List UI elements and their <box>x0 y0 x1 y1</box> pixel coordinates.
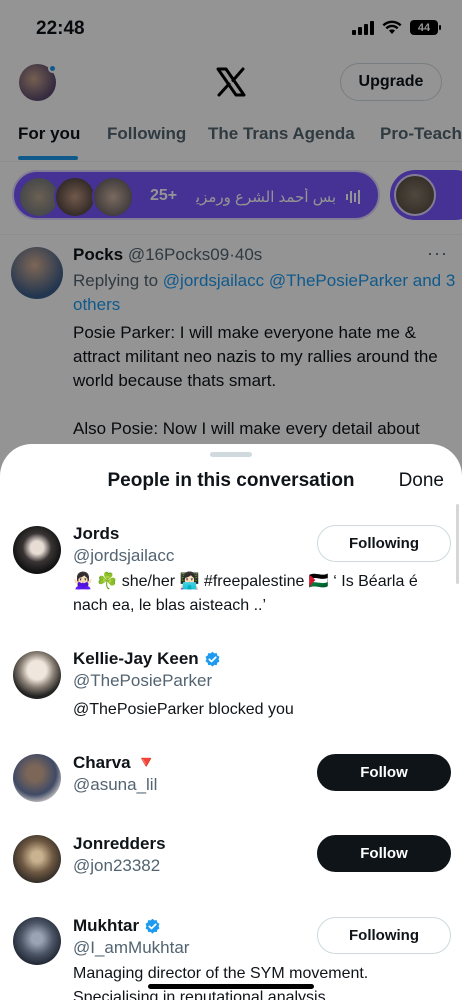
verified-badge-icon <box>145 918 160 934</box>
person-name: Jords <box>73 524 120 543</box>
name-emoji: 🔻 <box>135 753 157 772</box>
scrollbar[interactable] <box>456 504 459 584</box>
sheet-title: People in this conversation <box>107 470 355 491</box>
person-bio: Managing director of the SYM movement. S… <box>73 965 369 1000</box>
person-status: @ThePosieParker blocked you <box>73 701 294 718</box>
person-avatar[interactable] <box>13 835 61 883</box>
following-button[interactable]: Following <box>317 917 451 954</box>
person-handle: @jordsjailacc <box>73 546 175 565</box>
person-handle: @asuna_lil <box>73 775 158 794</box>
person-avatar[interactable] <box>13 651 61 699</box>
people-in-conversation-sheet: People in this conversation Done Jords @… <box>0 444 462 1000</box>
person-name: Mukhtar <box>73 916 161 936</box>
person-handle: @jon23382 <box>73 856 161 875</box>
person-bio: 🙅🏻‍♀️ ☘️ she/her 👩🏻‍💻 #freepalestine 🇵🇸 … <box>73 573 418 614</box>
sheet-grabber[interactable] <box>210 452 252 457</box>
person-name: Jonredders <box>73 834 166 853</box>
verified-badge-icon <box>205 651 220 667</box>
following-button[interactable]: Following <box>317 525 451 562</box>
follow-button[interactable]: Follow <box>317 754 451 791</box>
person-name: Charva 🔻 <box>73 753 157 772</box>
person-avatar[interactable] <box>13 754 61 802</box>
person-name: Kellie-Jay Keen <box>73 649 221 669</box>
person-handle: @ThePosieParker <box>73 671 213 690</box>
person-avatar[interactable] <box>13 917 61 965</box>
person-avatar[interactable] <box>13 526 61 574</box>
follow-button[interactable]: Follow <box>317 835 451 872</box>
done-button[interactable]: Done <box>399 470 444 492</box>
person-handle: @I_amMukhtar <box>73 938 190 957</box>
home-indicator[interactable] <box>148 984 314 989</box>
